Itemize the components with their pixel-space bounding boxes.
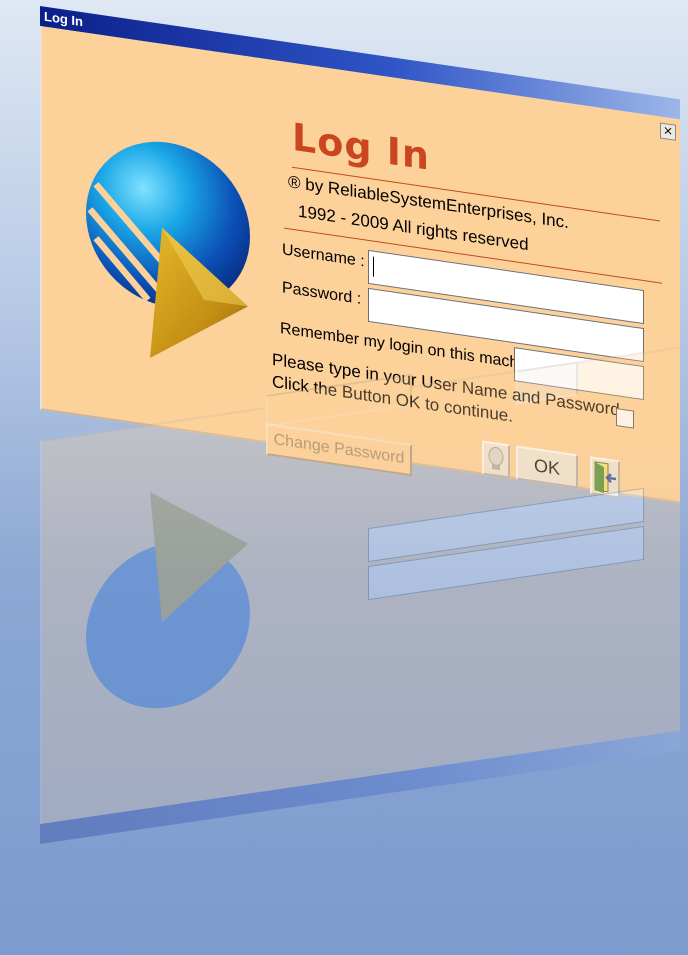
ok-button[interactable]: OK <box>516 445 578 489</box>
exit-button[interactable] <box>590 456 620 499</box>
username-label: Username : <box>282 241 365 271</box>
login-dialog: Log In × Log In ® by ReliableSystemEnter… <box>40 6 680 504</box>
reflected-field <box>368 487 644 563</box>
close-button[interactable]: × <box>660 122 676 141</box>
password-label: Password : <box>282 279 362 308</box>
lightbulb-icon <box>488 446 504 471</box>
remember-login-checkbox[interactable] <box>616 408 634 429</box>
exit-door-icon <box>594 461 616 494</box>
sphere-with-arrow-logo-icon <box>86 141 250 359</box>
window-title: Log In <box>44 8 83 30</box>
close-icon: × <box>662 122 674 139</box>
change-password-button[interactable]: Change Password <box>266 422 412 477</box>
reflected-logo-icon <box>86 491 250 709</box>
reflected-title-bar <box>40 730 680 844</box>
screen: Log In × Log In ® by ReliableSystemEnter… <box>0 0 688 955</box>
reflected-field <box>368 525 644 601</box>
help-button[interactable] <box>482 440 510 479</box>
text-caret <box>373 256 374 277</box>
